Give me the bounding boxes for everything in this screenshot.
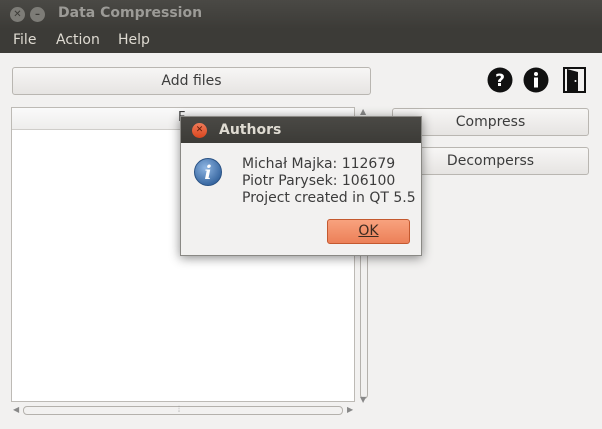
- horizontal-scroll-track[interactable]: ⦙: [23, 405, 343, 415]
- author-line-2: Piotr Parysek: 106100: [242, 173, 396, 189]
- scroll-left-icon[interactable]: ◀: [13, 405, 19, 414]
- window-title: Data Compression: [58, 5, 203, 21]
- menu-file[interactable]: File: [13, 32, 36, 48]
- question-circle-icon[interactable]: ?: [486, 66, 514, 94]
- dialog-title-bar: ✕ Authors: [181, 117, 421, 143]
- horizontal-scrollbar[interactable]: ◀ ⦙ ▶: [11, 404, 357, 416]
- scroll-grip-icon[interactable]: ⦙: [178, 405, 180, 415]
- authors-dialog: ✕ Authors i Michał Majka: 112679 Piotr P…: [180, 116, 422, 256]
- info-circle-icon[interactable]: [522, 66, 550, 94]
- scroll-up-icon[interactable]: ▲: [360, 107, 366, 116]
- door-exit-icon[interactable]: [561, 66, 589, 94]
- menu-bar: File Action Help: [0, 29, 602, 53]
- title-bar: ✕ – Data Compression: [0, 0, 602, 29]
- menu-action[interactable]: Action: [56, 32, 100, 48]
- svg-text:i: i: [204, 162, 211, 184]
- dialog-close-button[interactable]: ✕: [192, 123, 207, 138]
- window-minimize-button[interactable]: –: [30, 7, 45, 22]
- info-icon: i: [193, 157, 223, 187]
- svg-text:?: ?: [495, 71, 505, 91]
- window-close-button[interactable]: ✕: [10, 7, 25, 22]
- scroll-down-icon[interactable]: ▼: [360, 395, 366, 404]
- project-info-line: Project created in QT 5.5: [242, 190, 416, 206]
- scroll-right-icon[interactable]: ▶: [347, 405, 353, 414]
- ok-button[interactable]: OK: [327, 219, 410, 244]
- add-files-button[interactable]: Add files: [12, 67, 371, 95]
- menu-help[interactable]: Help: [118, 32, 150, 48]
- author-line-1: Michał Majka: 112679: [242, 156, 396, 172]
- dialog-title: Authors: [219, 122, 282, 138]
